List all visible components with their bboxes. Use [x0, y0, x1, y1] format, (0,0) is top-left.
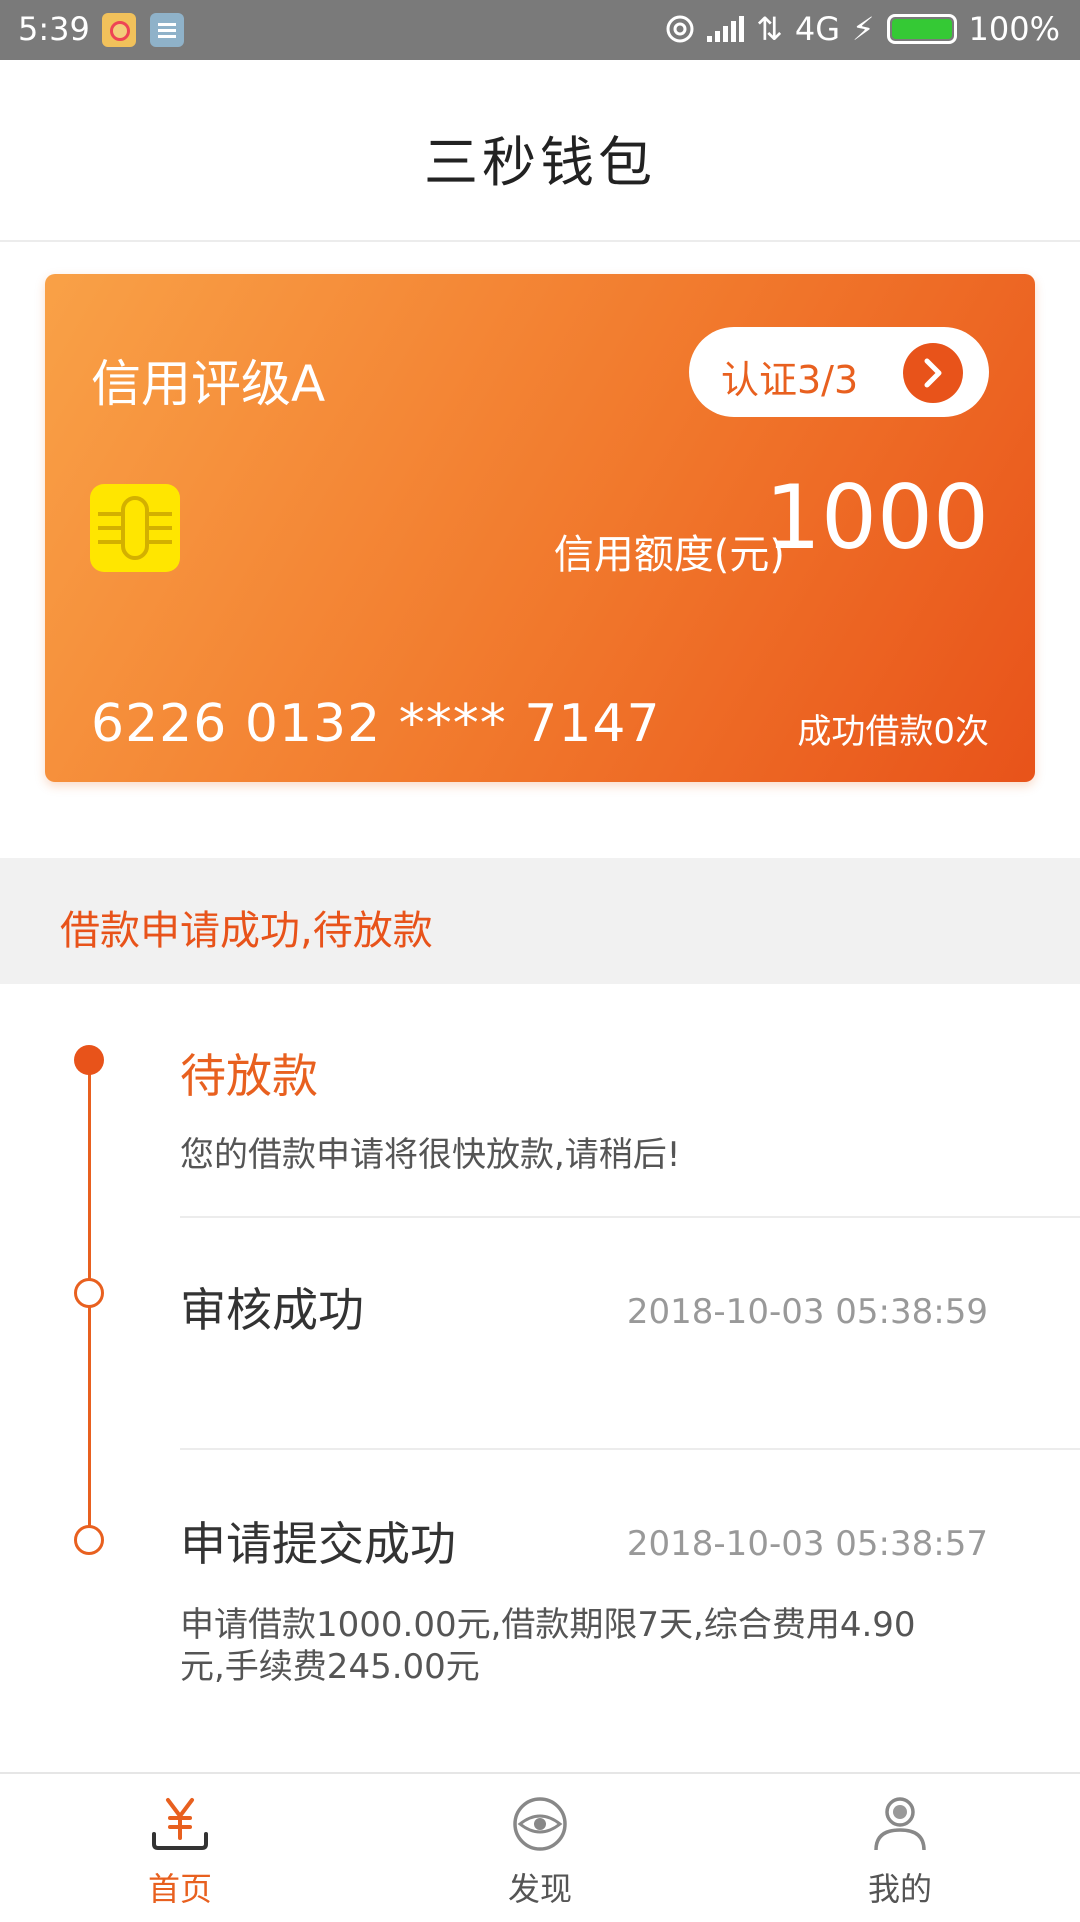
- bottom-tab-bar: 首页 发现 我的: [0, 1772, 1080, 1922]
- message-notification-icon: [150, 13, 184, 47]
- signal-icon: [707, 16, 745, 42]
- verification-button[interactable]: 认证3/3: [689, 327, 989, 417]
- tab-label: 我的: [867, 1870, 932, 1908]
- credit-limit-label: 信用额度(元): [553, 532, 785, 578]
- timeline-dot: [74, 1525, 104, 1555]
- timeline-dot-current: [74, 1045, 104, 1075]
- step-title: 审核成功: [180, 1283, 364, 1337]
- tab-label: 首页: [147, 1870, 212, 1908]
- verification-label: 认证3/3: [721, 358, 859, 402]
- timeline-dot: [74, 1278, 104, 1308]
- eye-icon: [513, 1797, 567, 1851]
- step-title: 申请提交成功: [180, 1517, 456, 1571]
- yuan-icon: [152, 1798, 208, 1850]
- app-notification-icon: [102, 13, 136, 47]
- user-icon: [874, 1797, 926, 1851]
- status-time: 5:39: [18, 10, 90, 48]
- step-timestamp: 2018-10-03 05:38:59: [626, 1292, 988, 1332]
- loan-progress-timeline: 待放款 您的借款申请将很快放款,请稍后! 审核成功 2018-10-03 05:…: [0, 984, 1080, 1774]
- credit-rating: 信用评级A: [91, 355, 326, 413]
- loan-status-text: 借款申请成功,待放款: [60, 908, 433, 954]
- tab-label: 发现: [507, 1870, 572, 1908]
- network-type: 4G: [794, 10, 841, 48]
- tab-discover[interactable]: 发现: [440, 1774, 640, 1922]
- divider: [180, 1448, 1080, 1450]
- app-header: 三秒钱包: [0, 60, 1080, 242]
- charging-icon: ⚡: [852, 10, 875, 48]
- step-description-line1: 申请借款1000.00元,借款期限7天,综合费用4.90: [180, 1605, 916, 1645]
- step-description: 您的借款申请将很快放款,请稍后!: [180, 1135, 681, 1175]
- battery-icon: [886, 14, 957, 44]
- card-number: 6226 0132 **** 7147: [91, 694, 661, 754]
- chevron-right-icon: [903, 343, 963, 403]
- tab-home[interactable]: 首页: [80, 1774, 280, 1922]
- data-transfer-icon: ⇅: [756, 10, 783, 48]
- divider: [180, 1216, 1080, 1218]
- step-description-line2: 元,手续费245.00元: [180, 1647, 480, 1687]
- hotspot-icon: [666, 15, 694, 43]
- credit-card: 信用评级A 认证3/3 信用额度(元) 1000 6226 0132 **** …: [45, 274, 1035, 782]
- tab-mine[interactable]: 我的: [800, 1774, 1000, 1922]
- loan-status-banner: 借款申请成功,待放款: [0, 858, 1080, 984]
- credit-limit-value: 1000: [765, 466, 989, 569]
- status-bar: 5:39 ⇅ 4G ⚡ 100%: [0, 0, 1080, 60]
- card-chip-icon: [90, 484, 180, 572]
- step-timestamp: 2018-10-03 05:38:57: [626, 1524, 988, 1564]
- battery-percent: 100%: [968, 10, 1060, 48]
- status-indicators: ⇅ 4G ⚡ 100%: [665, 10, 1060, 48]
- step-title: 待放款: [180, 1049, 318, 1103]
- successful-loans-count: 成功借款0次: [797, 712, 989, 752]
- page-title: 三秒钱包: [424, 131, 656, 194]
